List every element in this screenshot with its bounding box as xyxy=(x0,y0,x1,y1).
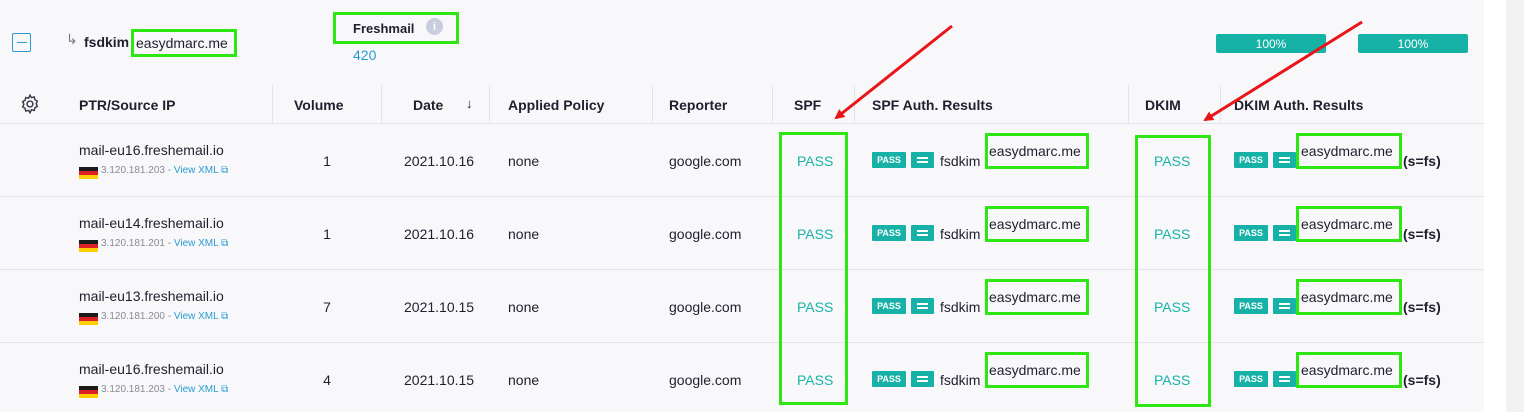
report-panel: ↳ fsdkim easydmarc.me Freshmail i 420 10… xyxy=(0,0,1484,412)
annotation-arrow-dkim xyxy=(1203,20,1363,122)
annotation-arrow-spf xyxy=(834,24,953,120)
annotation-arrows xyxy=(834,20,1363,122)
scrollbar-track[interactable] xyxy=(1506,0,1524,412)
